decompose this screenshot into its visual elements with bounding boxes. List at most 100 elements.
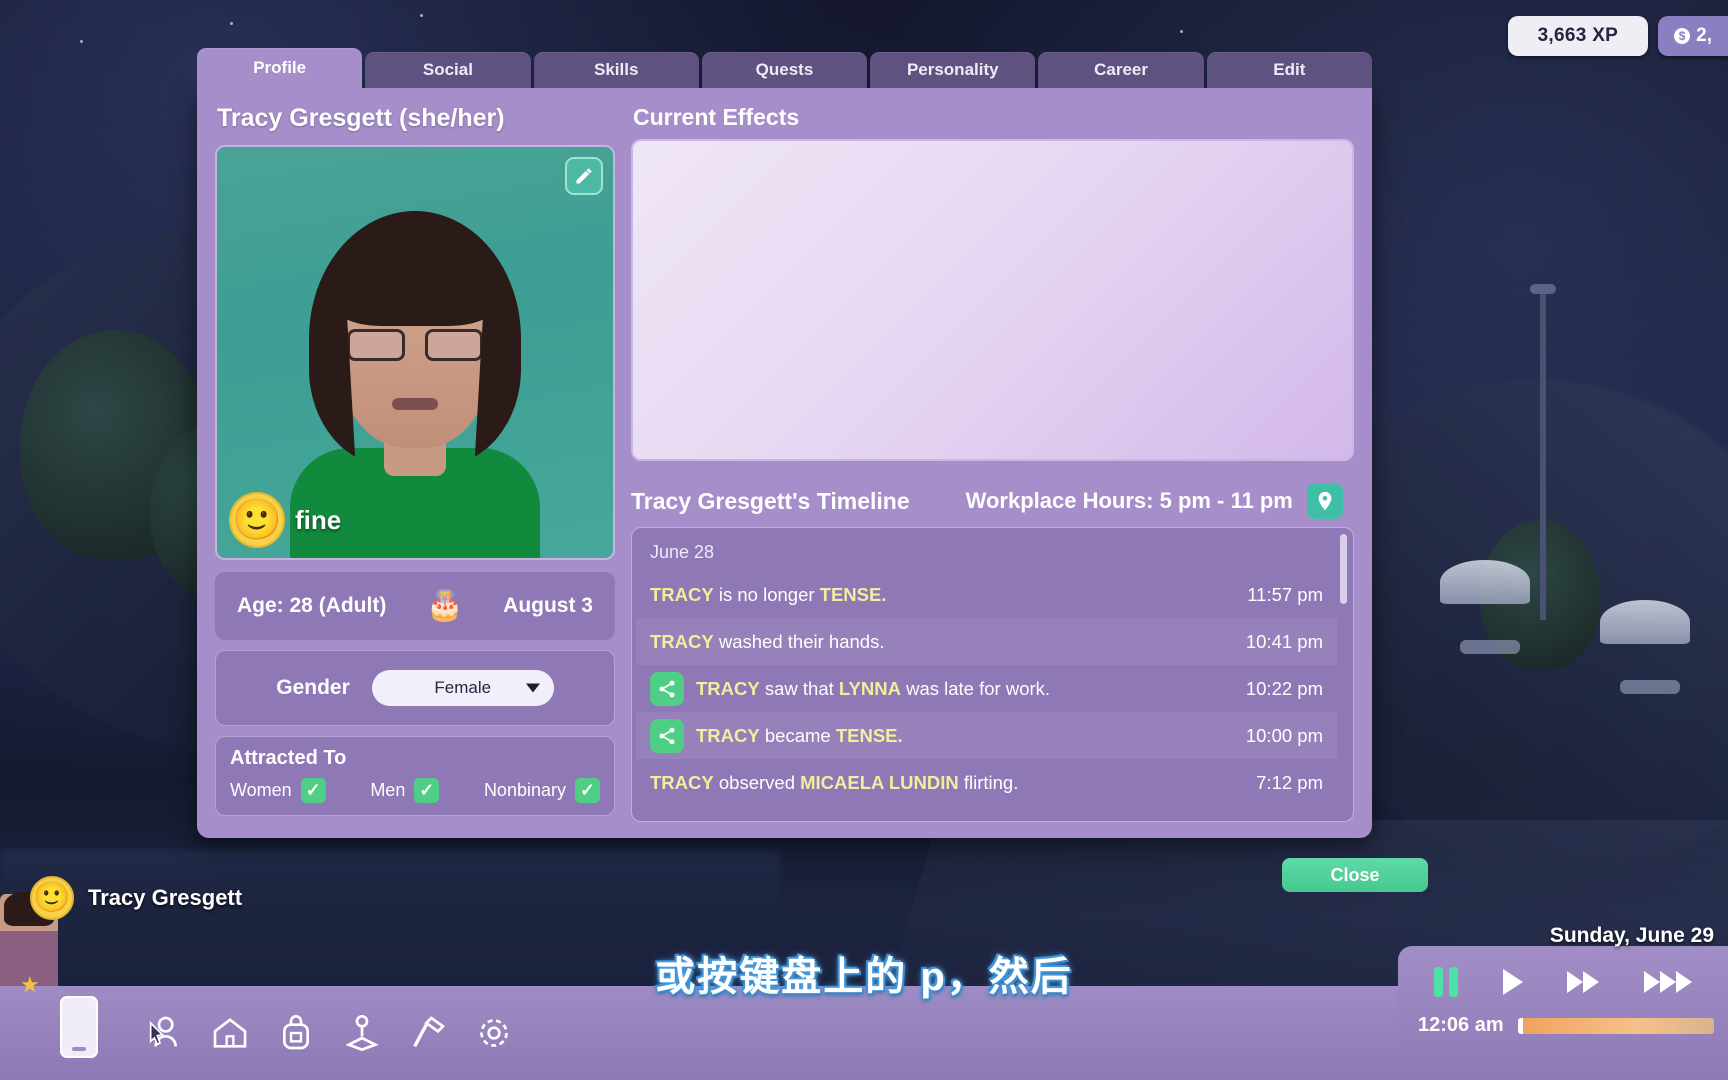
checkbox-women[interactable]: ✓ [300, 778, 326, 803]
street-lamp [1530, 284, 1556, 620]
table-row[interactable]: TRACY saw that LYNNA was late for work. … [636, 665, 1337, 712]
timeline-object: LYNNA [838, 677, 901, 699]
tab-edit[interactable]: Edit [1206, 52, 1372, 88]
table-row[interactable]: TRACY washed their hands. 10:41 pm [636, 618, 1337, 665]
checkbox-men[interactable]: ✓ [414, 778, 440, 803]
mood-badge: 🙂 fine [229, 492, 341, 548]
tab-social[interactable]: Social [365, 52, 531, 88]
timeline-time: 11:57 pm [1247, 583, 1323, 605]
share-icon[interactable] [650, 718, 684, 753]
table-row[interactable]: TRACY is no longer TENSE. 11:57 pm [636, 571, 1337, 618]
mood-label: fine [295, 504, 342, 535]
timeline-object: TENSE. [835, 724, 903, 746]
gender-select[interactable]: Female [371, 670, 554, 706]
coin-icon: $ [1674, 28, 1691, 44]
timeline-body-2: flirting. [958, 771, 1019, 793]
patio-table [1620, 680, 1680, 694]
timeline-object: TENSE. [819, 583, 887, 605]
timeline-subject: TRACY [650, 771, 714, 793]
tab-career[interactable]: Career [1038, 52, 1204, 88]
timeline-time: 10:22 pm [1245, 677, 1323, 699]
selected-sim-name: Tracy Gresgett [88, 885, 243, 910]
tab-profile[interactable]: Profile [197, 48, 363, 88]
tab-skills[interactable]: Skills [533, 52, 699, 88]
timeline-list[interactable]: June 28 TRACY is no longer TENSE. 11:57 … [631, 527, 1354, 822]
share-icon[interactable] [650, 671, 684, 706]
profile-right-column: Current Effects Tracy Gresgett's Timelin… [631, 102, 1354, 822]
avatar-lens-right [425, 329, 483, 361]
clock-row: 12:06 am [1412, 1014, 1714, 1037]
timeline-entry-text: TRACY washed their hands. [650, 631, 1246, 653]
character-panel: Profile Social Skills Quests Personality… [197, 48, 1372, 838]
chevron-down-icon [525, 683, 540, 693]
money-badge: $ 2, [1658, 16, 1728, 56]
star [230, 22, 233, 25]
timeline-subject: TRACY [650, 583, 714, 605]
table-row[interactable]: TRACY observed MICAELA LUNDIN flirting. … [636, 759, 1337, 806]
timeline-entry-text: TRACY became TENSE. [696, 725, 1246, 747]
table-row[interactable]: TRACY became TENSE. 10:00 pm [636, 712, 1337, 759]
timeline-object: MICAELA LUNDIN [800, 771, 959, 793]
game-clock: 12:06 am [1418, 1014, 1504, 1036]
timeline-title: Tracy Gresgett's Timeline [631, 487, 910, 514]
timeline-scroll-content: June 28 TRACY is no longer TENSE. 11:57 … [636, 532, 1337, 817]
map-pin-icon[interactable] [1306, 483, 1343, 519]
timeline-body: observed [713, 771, 801, 793]
timeline-body: became [759, 724, 836, 746]
birthday-date: August 3 [503, 594, 593, 617]
timeline-body: saw that [759, 677, 839, 699]
character-portrait: 🙂 fine [215, 145, 615, 560]
timeline-body: washed their hands. [713, 630, 885, 652]
tab-personality[interactable]: Personality [870, 52, 1036, 88]
attracted-to-section: Attracted To Women ✓ Men ✓ Nonbinary ✓ [215, 736, 615, 816]
age-birthday-row: Age: 28 (Adult) 🎂 August 3 [215, 572, 615, 640]
xp-badge: 3,663 XP [1507, 16, 1649, 56]
panel-body: Tracy Gresgett (she/her) 🙂 fine Age: 28 … [197, 88, 1372, 838]
patio-table [1460, 640, 1520, 654]
attracted-to-women: Women ✓ [230, 778, 326, 803]
timeline-scrollbar[interactable] [1340, 534, 1347, 604]
attracted-to-men-label: Men [370, 780, 406, 800]
checkbox-nonbinary[interactable]: ✓ [574, 778, 600, 803]
patio-umbrella [1600, 600, 1690, 644]
slightly-smiling-face-icon: 🙂 [30, 876, 74, 920]
hammer-icon[interactable] [406, 1011, 450, 1055]
slightly-smiling-face-icon: 🙂 [229, 492, 285, 548]
star [80, 40, 83, 43]
avatar-lens-left [347, 329, 405, 361]
timeline-time: 10:00 pm [1245, 724, 1323, 746]
timeline-subject: TRACY [696, 677, 760, 699]
panel-tabs: Profile Social Skills Quests Personality… [197, 48, 1372, 88]
gender-label: Gender [276, 676, 350, 699]
timeline-entry-text: TRACY saw that LYNNA was late for work. [696, 678, 1246, 700]
star [420, 14, 423, 17]
money-amount: 2, [1696, 25, 1712, 46]
selected-sim-bar[interactable]: 🙂 Tracy Gresgett [30, 876, 242, 920]
attracted-to-nonbinary: Nonbinary ✓ [484, 778, 600, 803]
timeline-time: 10:41 pm [1245, 630, 1323, 652]
person-cursor-icon[interactable] [142, 1011, 186, 1055]
backpack-icon[interactable] [274, 1011, 318, 1055]
joystick-icon[interactable] [340, 1011, 384, 1055]
age-label: Age: 28 (Adult) [237, 594, 387, 617]
patio-umbrella [1440, 560, 1530, 604]
birthday-cake-icon: 🎂 [426, 589, 464, 622]
attracted-to-men: Men ✓ [370, 778, 440, 803]
timeline-time: 7:12 pm [1256, 771, 1323, 793]
timeline-date-header: June 28 [650, 542, 715, 562]
video-subtitle: 或按键盘上的 p，然后 [655, 955, 1073, 999]
timeline-header: Tracy Gresgett's Timeline Workplace Hour… [631, 483, 1354, 519]
timeline-entry-text: TRACY is no longer TENSE. [650, 584, 1247, 606]
attracted-to-title: Attracted To [230, 747, 347, 769]
close-button[interactable]: Close [1282, 858, 1428, 892]
attracted-to-nonbinary-label: Nonbinary [483, 780, 566, 800]
profile-left-column: Tracy Gresgett (she/her) 🙂 fine Age: 28 … [215, 102, 615, 822]
house-icon[interactable] [208, 1011, 252, 1055]
top-hud: 3,663 XP $ 2, [1507, 16, 1728, 56]
tab-quests[interactable]: Quests [701, 52, 868, 88]
timeline-body: is no longer [713, 583, 820, 605]
workplace-hours: Workplace Hours: 5 pm - 11 pm [965, 488, 1293, 513]
pencil-icon[interactable] [565, 157, 603, 195]
gear-icon[interactable] [472, 1011, 516, 1055]
phone-icon[interactable] [60, 996, 98, 1058]
